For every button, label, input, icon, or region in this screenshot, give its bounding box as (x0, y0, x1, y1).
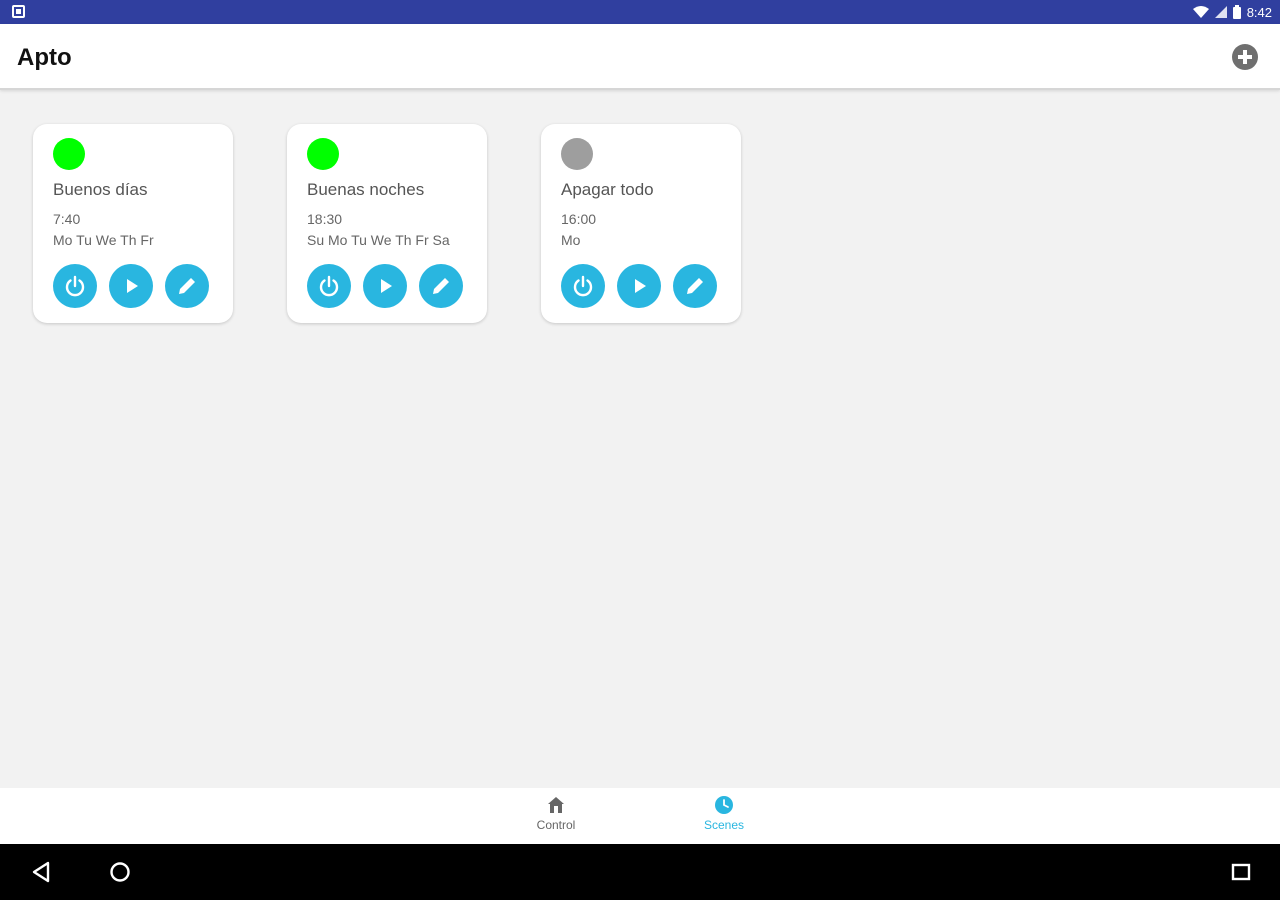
scene-name: Buenas noches (307, 180, 425, 199)
scene-actions (307, 264, 463, 308)
scene-name: Buenos días (53, 180, 148, 199)
scene-status-indicator (53, 138, 85, 170)
scene-card[interactable]: Apagar todo 16:00 Mo (541, 124, 741, 323)
power-button[interactable] (307, 264, 351, 308)
nav-control-label: Control (536, 818, 576, 832)
recents-icon[interactable] (1230, 860, 1252, 884)
edit-button[interactable] (419, 264, 463, 308)
scene-card[interactable]: Buenas noches 18:30 Su Mo Tu We Th Fr Sa (287, 124, 487, 323)
app-bar: Apto (0, 24, 1280, 90)
scene-days: Mo (561, 232, 581, 248)
edit-icon (179, 278, 195, 294)
scene-status-indicator (561, 138, 593, 170)
home-icon (548, 797, 564, 813)
nav-control[interactable]: Control (511, 795, 601, 832)
edit-button[interactable] (165, 264, 209, 308)
clock-icon (715, 796, 733, 814)
battery-icon (1232, 5, 1241, 19)
signal-icon (1214, 6, 1227, 18)
scene-time: 16:00 (561, 211, 597, 227)
scene-time: 7:40 (53, 211, 81, 227)
play-icon (127, 279, 138, 293)
app-title: Apto (17, 44, 72, 71)
nav-scenes-label: Scenes (703, 818, 745, 832)
nav-scenes[interactable]: Scenes (679, 795, 769, 832)
scene-days: Su Mo Tu We Th Fr Sa (307, 232, 450, 248)
wifi-icon (1192, 6, 1209, 18)
home-circle-icon[interactable] (108, 860, 132, 884)
power-icon (65, 275, 85, 297)
play-icon (381, 279, 392, 293)
back-icon[interactable] (30, 860, 52, 884)
scene-actions (53, 264, 209, 308)
play-button[interactable] (617, 264, 661, 308)
notification-icon (12, 5, 25, 18)
add-circle-icon[interactable] (1232, 44, 1258, 70)
status-indicators: 8:42 (1192, 0, 1272, 24)
status-bar: 8:42 (0, 0, 1280, 24)
scene-status-indicator (307, 138, 339, 170)
power-icon (573, 275, 593, 297)
bottom-nav: Control Scenes (0, 788, 1280, 844)
system-nav-bar (0, 844, 1280, 900)
play-button[interactable] (109, 264, 153, 308)
scene-time: 18:30 (307, 211, 343, 227)
edit-icon (433, 278, 449, 294)
scene-name: Apagar todo (561, 180, 654, 199)
scene-days: Mo Tu We Th Fr (53, 232, 154, 248)
power-button[interactable] (53, 264, 97, 308)
power-icon (319, 275, 339, 297)
edit-icon (687, 278, 703, 294)
scene-actions (561, 264, 717, 308)
scenes-grid: Buenos días 7:40 Mo Tu We Th Fr Buenas n… (0, 90, 1280, 788)
play-button[interactable] (363, 264, 407, 308)
edit-button[interactable] (673, 264, 717, 308)
play-icon (635, 279, 646, 293)
status-time: 8:42 (1246, 4, 1272, 20)
power-button[interactable] (561, 264, 605, 308)
scene-card[interactable]: Buenos días 7:40 Mo Tu We Th Fr (33, 124, 233, 323)
